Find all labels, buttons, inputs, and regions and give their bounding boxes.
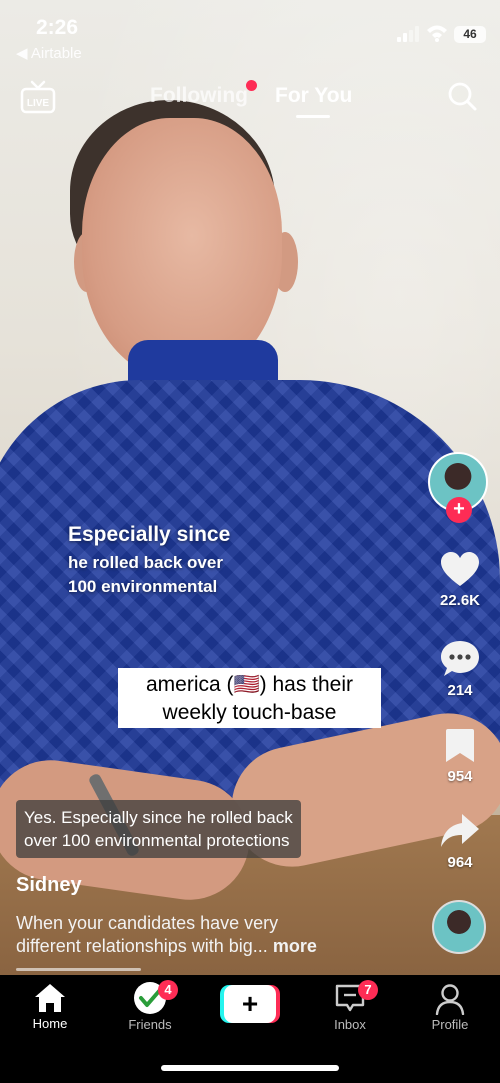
overlay-line-2: he rolled back over [68, 553, 223, 572]
video-progress-bar[interactable] [16, 968, 141, 971]
home-icon [35, 984, 65, 1012]
sound-disc-icon[interactable] [432, 900, 486, 954]
like-button[interactable]: 22.6K [430, 552, 490, 609]
video-text-overlay: Especially since he rolled back over 100… [68, 523, 230, 597]
profile-icon [435, 984, 465, 1015]
description-line-1: When your candidates have very [16, 913, 279, 933]
author-name[interactable]: Sidney [16, 874, 82, 897]
live-label: LIVE [27, 98, 50, 109]
friends-badge: 4 [158, 980, 178, 1000]
closed-caption-box: Yes. Especially since he rolled back ove… [16, 800, 301, 858]
live-icon[interactable]: LIVE [20, 80, 56, 114]
text-sticker: america (🇺🇸) has their weekly touch-base [118, 668, 381, 728]
active-tab-indicator [296, 115, 330, 118]
share-count: 964 [447, 854, 473, 871]
nav-inbox[interactable]: Inbox 7 [310, 980, 390, 1032]
tab-following[interactable]: Following [150, 84, 248, 108]
description-line-2: different relationships with big... [16, 936, 268, 956]
nav-profile[interactable]: Profile [410, 980, 490, 1032]
nav-home[interactable]: Home [10, 980, 90, 1031]
sticker-line-2: weekly touch-base [162, 701, 337, 724]
nav-profile-label: Profile [431, 1017, 469, 1032]
save-button[interactable]: 954 [430, 728, 490, 785]
heart-icon [441, 552, 479, 586]
search-icon[interactable] [446, 80, 478, 112]
more-link[interactable]: more [273, 936, 317, 956]
comment-icon [441, 641, 479, 676]
share-button[interactable]: 964 [430, 812, 490, 871]
comment-count: 214 [447, 682, 473, 699]
wifi-icon [427, 25, 447, 42]
follow-button[interactable]: + [446, 497, 472, 523]
following-notification-dot [246, 80, 257, 91]
save-count: 954 [447, 768, 473, 785]
back-to-app-link[interactable]: ◀ Airtable [16, 44, 82, 62]
nav-home-label: Home [32, 1016, 68, 1031]
battery-indicator: 46 [454, 26, 486, 43]
plus-icon: + [224, 985, 276, 1023]
sticker-line-1: america (🇺🇸) has their [145, 673, 354, 696]
video-description[interactable]: When your candidates have very different… [16, 912, 416, 958]
overlay-line-1: Especially since [68, 523, 231, 546]
share-arrow-icon [441, 814, 479, 847]
nav-friends-label: Friends [128, 1017, 172, 1032]
overlay-line-3: 100 environmental [68, 577, 218, 596]
caption-line-2: over 100 environmental protections [24, 831, 290, 850]
status-bar: 2:26 ◀ Airtable 46 [0, 0, 500, 70]
inbox-badge: 7 [358, 980, 378, 1000]
nav-friends[interactable]: Friends 4 [110, 980, 190, 1032]
like-count: 22.6K [439, 592, 481, 609]
bookmark-icon [446, 729, 474, 762]
caption-line-1: Yes. Especially since he rolled back [24, 808, 293, 827]
comment-button[interactable]: 214 [430, 640, 490, 699]
status-time: 2:26 [36, 16, 79, 39]
create-button[interactable]: + [220, 985, 280, 1023]
home-indicator[interactable] [161, 1065, 339, 1071]
cellular-signal-icon [397, 26, 419, 42]
tab-for-you[interactable]: For You [275, 84, 352, 108]
nav-inbox-label: Inbox [334, 1017, 366, 1032]
